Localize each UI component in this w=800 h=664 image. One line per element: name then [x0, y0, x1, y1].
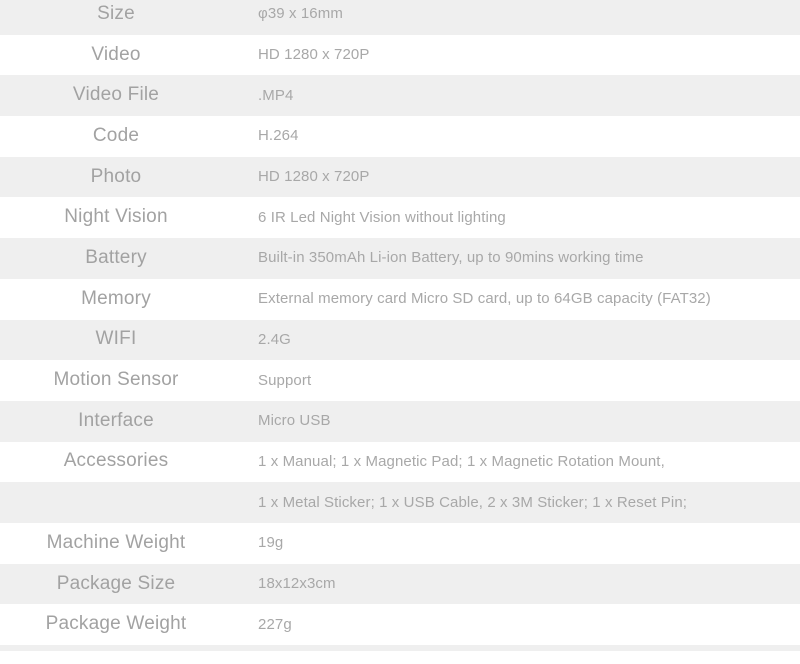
- spec-value: 227g: [258, 615, 292, 633]
- spec-value: H.264: [258, 127, 299, 145]
- spec-label: Motion Sensor: [53, 369, 179, 391]
- spec-label: Night Vision: [64, 206, 168, 228]
- table-row: Memory External memory card Micro SD card…: [0, 278, 800, 320]
- spec-value: 19g: [258, 534, 284, 552]
- spec-value: .MP4: [258, 86, 294, 104]
- table-row: 1 x Metal Sticker; 1 x USB Cable, 2 x 3M…: [0, 482, 800, 523]
- spec-value: 1 x Manual; 1 x Magnetic Pad; 1 x Magnet…: [258, 452, 665, 470]
- spec-label: Video: [91, 43, 141, 65]
- spec-label: Code: [92, 124, 140, 146]
- spec-label: Photo: [90, 165, 142, 187]
- spec-value: HD 1280 x 720P: [258, 168, 370, 186]
- spec-label: Package Size: [56, 572, 176, 594]
- spec-value: φ39 x 16mm: [258, 5, 343, 23]
- table-row: Video File .MP4: [0, 75, 800, 117]
- spec-value: External memory card Micro SD card, up t…: [258, 290, 711, 308]
- table-row: Night Vision 6 IR Led Night Vision withou…: [0, 197, 800, 239]
- table-row: Interface Micro USB: [0, 400, 800, 442]
- spec-label: Battery: [85, 247, 147, 269]
- spec-label: Memory: [81, 287, 151, 309]
- spec-label: WIFI: [95, 328, 137, 350]
- spec-value: 18x12x3cm: [258, 574, 336, 592]
- table-row: Motion Sensor Support: [0, 360, 800, 401]
- table-row: Machine Weight 19g: [0, 522, 800, 564]
- table-row: Package Weight 227g: [0, 604, 800, 645]
- spec-value: Micro USB: [258, 412, 331, 430]
- spec-label: Interface: [78, 409, 154, 431]
- spec-value: HD 1280 x 720P: [258, 46, 370, 64]
- spec-value: Built-in 350mAh Li-ion Battery, up to 90…: [258, 249, 644, 267]
- spec-label: Size: [97, 2, 135, 24]
- table-row: Code H.264: [0, 116, 800, 157]
- table-row: WIFI 2.4G: [0, 319, 800, 361]
- table-bottom-edge: [0, 645, 800, 651]
- spec-label: Machine Weight: [46, 531, 186, 553]
- spec-label: Accessories: [63, 450, 169, 472]
- table-row: Photo HD 1280 x 720P: [0, 156, 800, 198]
- table-row: Size φ39 x 16mm: [0, 0, 800, 35]
- specifications-table: Size φ39 x 16mm Video HD 1280 x 720P Video F…: [0, 0, 800, 645]
- spec-label: Package Weight: [45, 613, 187, 635]
- spec-value: Support: [258, 371, 312, 389]
- table-row: Video HD 1280 x 720P: [0, 34, 800, 76]
- spec-value: 6 IR Led Night Vision without lighting: [258, 208, 506, 226]
- spec-value: 1 x Metal Sticker; 1 x USB Cable, 2 x 3M…: [258, 493, 688, 511]
- spec-value: 2.4G: [258, 330, 291, 348]
- spec-label: Video File: [72, 84, 160, 106]
- table-row: Accessories 1 x Manual; 1 x Magnetic Pad;…: [0, 441, 800, 483]
- table-row: Package Size 18x12x3cm: [0, 563, 800, 605]
- table-row: Battery Built-in 350mAh Li-ion Battery, u…: [0, 238, 800, 279]
